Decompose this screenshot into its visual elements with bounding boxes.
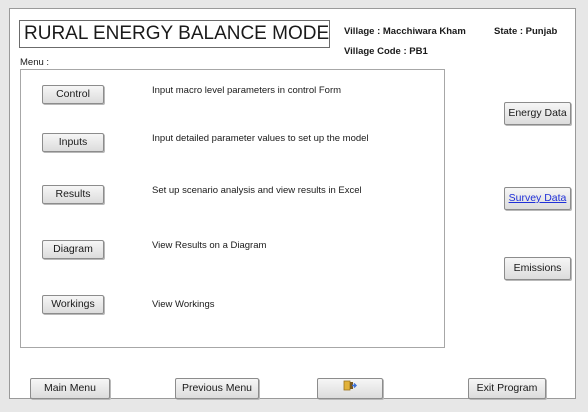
control-button[interactable]: Control	[42, 85, 104, 104]
menu-panel: Control Input macro level parameters in …	[20, 69, 445, 348]
inputs-button[interactable]: Inputs	[42, 133, 104, 152]
exit-door-button[interactable]	[317, 378, 383, 399]
exit-program-button[interactable]: Exit Program	[468, 378, 546, 399]
results-button[interactable]: Results	[42, 185, 104, 204]
survey-data-button[interactable]: Survey Data	[504, 187, 571, 210]
menu-label: Menu :	[20, 57, 50, 68]
door-exit-icon	[343, 379, 357, 398]
state-name: State : Punjab	[494, 26, 558, 37]
workings-button[interactable]: Workings	[42, 295, 104, 314]
village-name: Village : Macchiwara Kham	[344, 26, 466, 37]
diagram-button[interactable]: Diagram	[42, 240, 104, 259]
diagram-description: View Results on a Diagram	[152, 240, 267, 251]
previous-menu-button[interactable]: Previous Menu	[175, 378, 259, 399]
workings-description: View Workings	[152, 299, 215, 310]
main-menu-button[interactable]: Main Menu	[30, 378, 110, 399]
energy-data-button[interactable]: Energy Data	[504, 102, 571, 125]
page-title: RURAL ENERGY BALANCE MODEL	[19, 20, 330, 48]
results-description: Set up scenario analysis and view result…	[152, 185, 362, 196]
inputs-description: Input detailed parameter values to set u…	[152, 133, 369, 144]
emissions-button[interactable]: Emissions	[504, 257, 571, 280]
control-description: Input macro level parameters in control …	[152, 85, 342, 96]
village-code: Village Code : PB1	[344, 46, 428, 57]
